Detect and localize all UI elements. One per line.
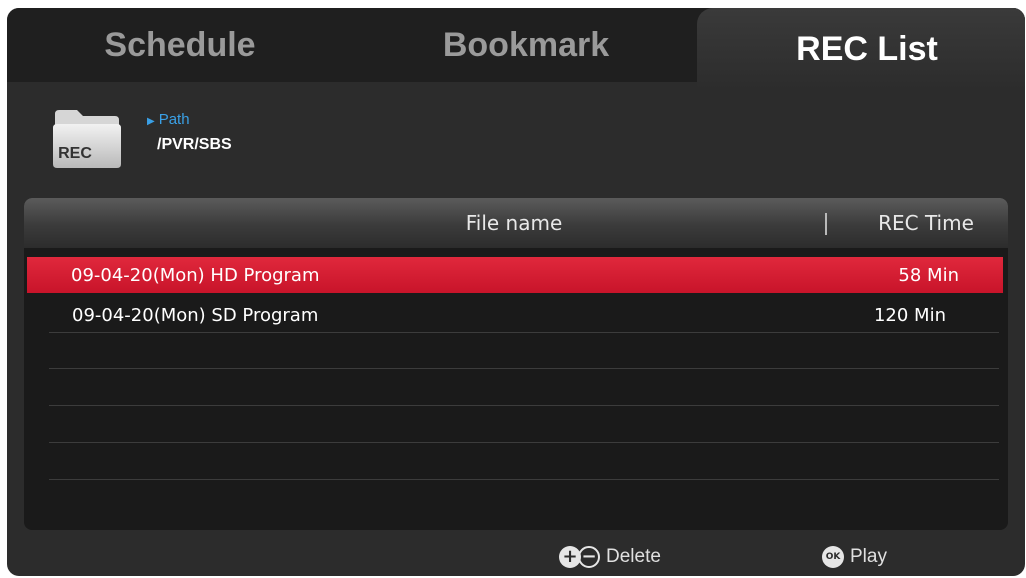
recording-list: File name REC Time [24, 198, 1008, 530]
row-divider [49, 332, 999, 333]
list-header: File name REC Time [24, 198, 1008, 248]
play-hint[interactable]: OK Play [822, 544, 887, 570]
tab-bar: Schedule Bookmark REC List [7, 8, 1025, 90]
tab-schedule[interactable]: Schedule [7, 8, 353, 82]
path-label-text: Path [158, 111, 190, 128]
column-rec-time: REC Time [878, 211, 974, 235]
row-divider [49, 368, 999, 369]
row-file-name: 09-04-20(Mon) HD Program [71, 264, 320, 286]
path-value: /PVR/SBS [157, 136, 232, 153]
delete-label: Delete [606, 546, 661, 567]
tab-band [7, 82, 697, 90]
table-row-selected[interactable]: 09-04-20(Mon) HD Program 58 Min [27, 257, 1003, 293]
row-divider [49, 479, 999, 480]
play-label: Play [850, 546, 887, 567]
row-file-name: 09-04-20(Mon) SD Program [72, 304, 319, 326]
arrow-right-icon: ▶ [147, 116, 155, 127]
path-label: ▶ Path [147, 111, 190, 128]
tab-bookmark[interactable]: Bookmark [353, 8, 699, 82]
row-divider [49, 442, 999, 443]
row-divider [49, 405, 999, 406]
rec-list-window: Schedule Bookmark REC List REC ▶ Path /PV… [7, 8, 1025, 576]
ok-button-icon: OK [822, 546, 844, 568]
minus-icon: − [578, 546, 600, 568]
column-file-name: File name [465, 211, 563, 235]
delete-hint[interactable]: + − Delete [559, 544, 661, 570]
rec-folder-icon: REC [53, 110, 121, 168]
tab-rec-list[interactable]: REC List [697, 8, 1025, 90]
rec-folder-badge: REC [58, 145, 92, 162]
table-row[interactable]: 09-04-20(Mon) SD Program 120 Min [32, 297, 984, 333]
footer-bar: + − Delete OK Play [7, 536, 1025, 576]
column-separator [825, 213, 827, 235]
row-rec-time: 58 Min [898, 264, 959, 286]
row-rec-time: 120 Min [873, 304, 946, 326]
